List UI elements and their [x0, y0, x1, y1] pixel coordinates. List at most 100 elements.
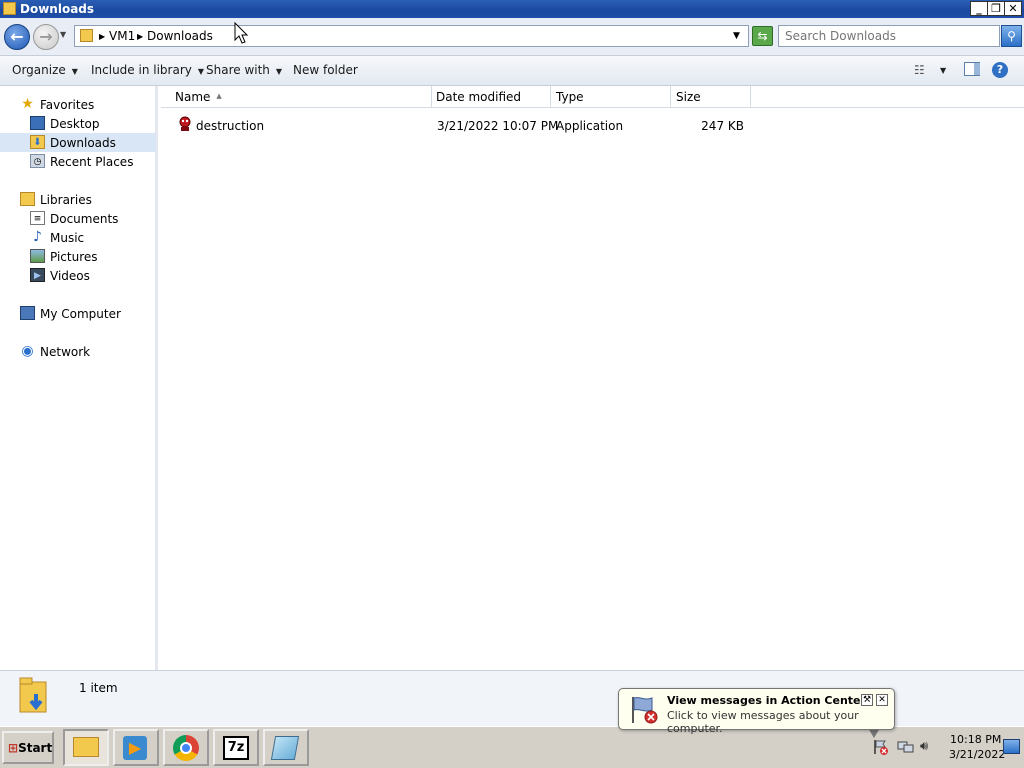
- address-bar[interactable]: ▶ VM1 ▶ Downloads ▼: [74, 25, 749, 47]
- forward-button[interactable]: →: [33, 24, 59, 50]
- windows-logo-icon: ⊞: [8, 741, 19, 755]
- clock-time[interactable]: 10:18 PM: [950, 733, 1001, 746]
- taskbar-media-player[interactable]: ▶: [113, 729, 159, 766]
- videos-icon: ▶: [30, 268, 45, 282]
- help-icon[interactable]: ?: [992, 62, 1008, 78]
- close-button[interactable]: ✕: [1004, 1, 1022, 16]
- taskbar-7zip[interactable]: 7z: [213, 729, 259, 766]
- restore-button[interactable]: ❐: [987, 1, 1005, 16]
- recent-places-icon: ◷: [30, 154, 45, 168]
- view-dropdown-icon[interactable]: ▼: [940, 66, 946, 75]
- explorer-icon: [73, 737, 99, 757]
- search-icon[interactable]: ⚲: [1001, 25, 1022, 47]
- sidebar-item-documents[interactable]: ≡ Documents: [0, 209, 156, 228]
- show-desktop-button[interactable]: [1003, 739, 1020, 754]
- sidebar-item-recent-places[interactable]: ◷ Recent Places: [0, 152, 156, 171]
- documents-icon: ≡: [30, 211, 45, 225]
- address-dropdown-icon[interactable]: ▼: [733, 31, 740, 41]
- file-type: Application: [556, 119, 624, 133]
- libraries-header[interactable]: Libraries: [0, 190, 156, 209]
- chevron-down-icon: ▼: [197, 67, 205, 76]
- include-in-library-button[interactable]: Include in library ▼: [91, 63, 204, 77]
- media-player-icon: ▶: [123, 736, 147, 760]
- sidebar-item-label: Recent Places: [50, 155, 134, 169]
- sidebar-item-label: My Computer: [40, 307, 121, 321]
- sidebar-item-pictures[interactable]: Pictures: [0, 247, 156, 266]
- column-header-row: Name ▲ Date modified Type Size: [161, 86, 1024, 108]
- sidebar-item-label: Documents: [50, 212, 119, 226]
- search-box[interactable]: [778, 25, 1000, 47]
- close-icon[interactable]: ✕: [876, 694, 888, 706]
- action-center-flag-icon: [629, 695, 659, 725]
- file-size: 247 KB: [701, 119, 744, 133]
- pictures-icon: [30, 249, 45, 263]
- taskbar-notepad[interactable]: [263, 729, 309, 766]
- folder-icon: [3, 2, 16, 15]
- search-input[interactable]: [785, 27, 995, 45]
- sidebar-item-label: Pictures: [50, 250, 98, 264]
- balloon-title: View messages in Action Center: [667, 694, 866, 707]
- new-folder-button[interactable]: New folder: [293, 63, 358, 77]
- start-label: Start: [18, 741, 53, 755]
- taskbar-chrome[interactable]: [163, 729, 209, 766]
- column-header-size[interactable]: Size: [671, 86, 751, 108]
- network-tray-icon[interactable]: [897, 739, 915, 755]
- start-button[interactable]: ⊞Start: [2, 731, 54, 764]
- sidebar-item-desktop[interactable]: Desktop: [0, 114, 156, 133]
- recent-pages-dropdown[interactable]: ▼: [60, 30, 70, 44]
- column-header-type[interactable]: Type: [551, 86, 671, 108]
- view-options-icon[interactable]: ☷: [914, 63, 930, 77]
- favorites-header[interactable]: ★ Favorites: [0, 95, 156, 114]
- sidebar-item-label: Videos: [50, 269, 90, 283]
- minimize-button[interactable]: _: [970, 1, 988, 16]
- sidebar-item-label: Network: [40, 345, 91, 359]
- clock-date[interactable]: 3/21/2022: [949, 748, 1005, 761]
- downloads-folder-icon: [80, 29, 93, 42]
- back-button[interactable]: ←: [4, 24, 30, 50]
- action-center-balloon[interactable]: View messages in Action Center Click to …: [618, 688, 895, 735]
- breadcrumb-downloads[interactable]: Downloads: [147, 29, 213, 43]
- taskbar-explorer[interactable]: [63, 729, 109, 766]
- downloads-folder-icon: ⬇: [30, 135, 45, 149]
- title-bar[interactable]: Downloads _ ❐ ✕: [0, 0, 1024, 18]
- star-icon: ★: [21, 96, 34, 112]
- application-icon: [177, 116, 193, 132]
- sidebar-item-downloads[interactable]: ⬇ Downloads: [0, 133, 156, 152]
- music-icon: ♪: [33, 229, 42, 245]
- sidebar-item-my-computer[interactable]: My Computer: [0, 304, 156, 323]
- libraries-label: Libraries: [40, 193, 92, 207]
- volume-icon[interactable]: 🔊︎: [920, 739, 938, 755]
- computer-icon: [20, 306, 35, 320]
- organize-button[interactable]: Organize ▼: [12, 63, 78, 77]
- sort-ascending-icon: ▲: [216, 92, 222, 100]
- preview-pane-icon[interactable]: [964, 62, 980, 76]
- sidebar-item-label: Desktop: [50, 117, 100, 131]
- window-title: Downloads: [20, 2, 95, 16]
- mouse-cursor-icon: [234, 21, 249, 44]
- desktop-icon: [30, 116, 45, 130]
- chevron-down-icon: ▼: [275, 67, 283, 76]
- breadcrumb-separator-icon[interactable]: ▶: [137, 32, 143, 41]
- wrench-icon[interactable]: ⚒: [861, 694, 873, 706]
- action-center-icon[interactable]: [873, 738, 889, 756]
- share-with-label: Share with: [206, 63, 270, 77]
- file-name[interactable]: destruction: [196, 119, 264, 133]
- refresh-button[interactable]: ⇆: [752, 26, 773, 46]
- file-date-modified: 3/21/2022 10:07 PM: [437, 119, 559, 133]
- sidebar-item-videos[interactable]: ▶ Videos: [0, 266, 156, 285]
- item-count: 1 item: [79, 681, 118, 695]
- column-header-date-modified[interactable]: Date modified: [431, 86, 551, 108]
- sidebar-item-label: Music: [50, 231, 85, 245]
- downloads-folder-icon: [18, 676, 52, 716]
- sidebar-item-label: Downloads: [50, 136, 116, 150]
- breadcrumb-vm1[interactable]: VM1: [109, 29, 135, 43]
- include-in-library-label: Include in library: [91, 63, 192, 77]
- share-with-button[interactable]: Share with ▼: [206, 63, 282, 77]
- column-header-name[interactable]: Name ▲: [170, 86, 432, 108]
- sidebar-item-network[interactable]: ◉ Network: [0, 342, 156, 361]
- sidebar-item-music[interactable]: ♪ Music: [0, 228, 156, 247]
- chrome-icon: [173, 735, 199, 761]
- breadcrumb-separator-icon[interactable]: ▶: [99, 32, 105, 41]
- libraries-icon: [20, 192, 35, 206]
- 7zip-icon: 7z: [223, 736, 249, 760]
